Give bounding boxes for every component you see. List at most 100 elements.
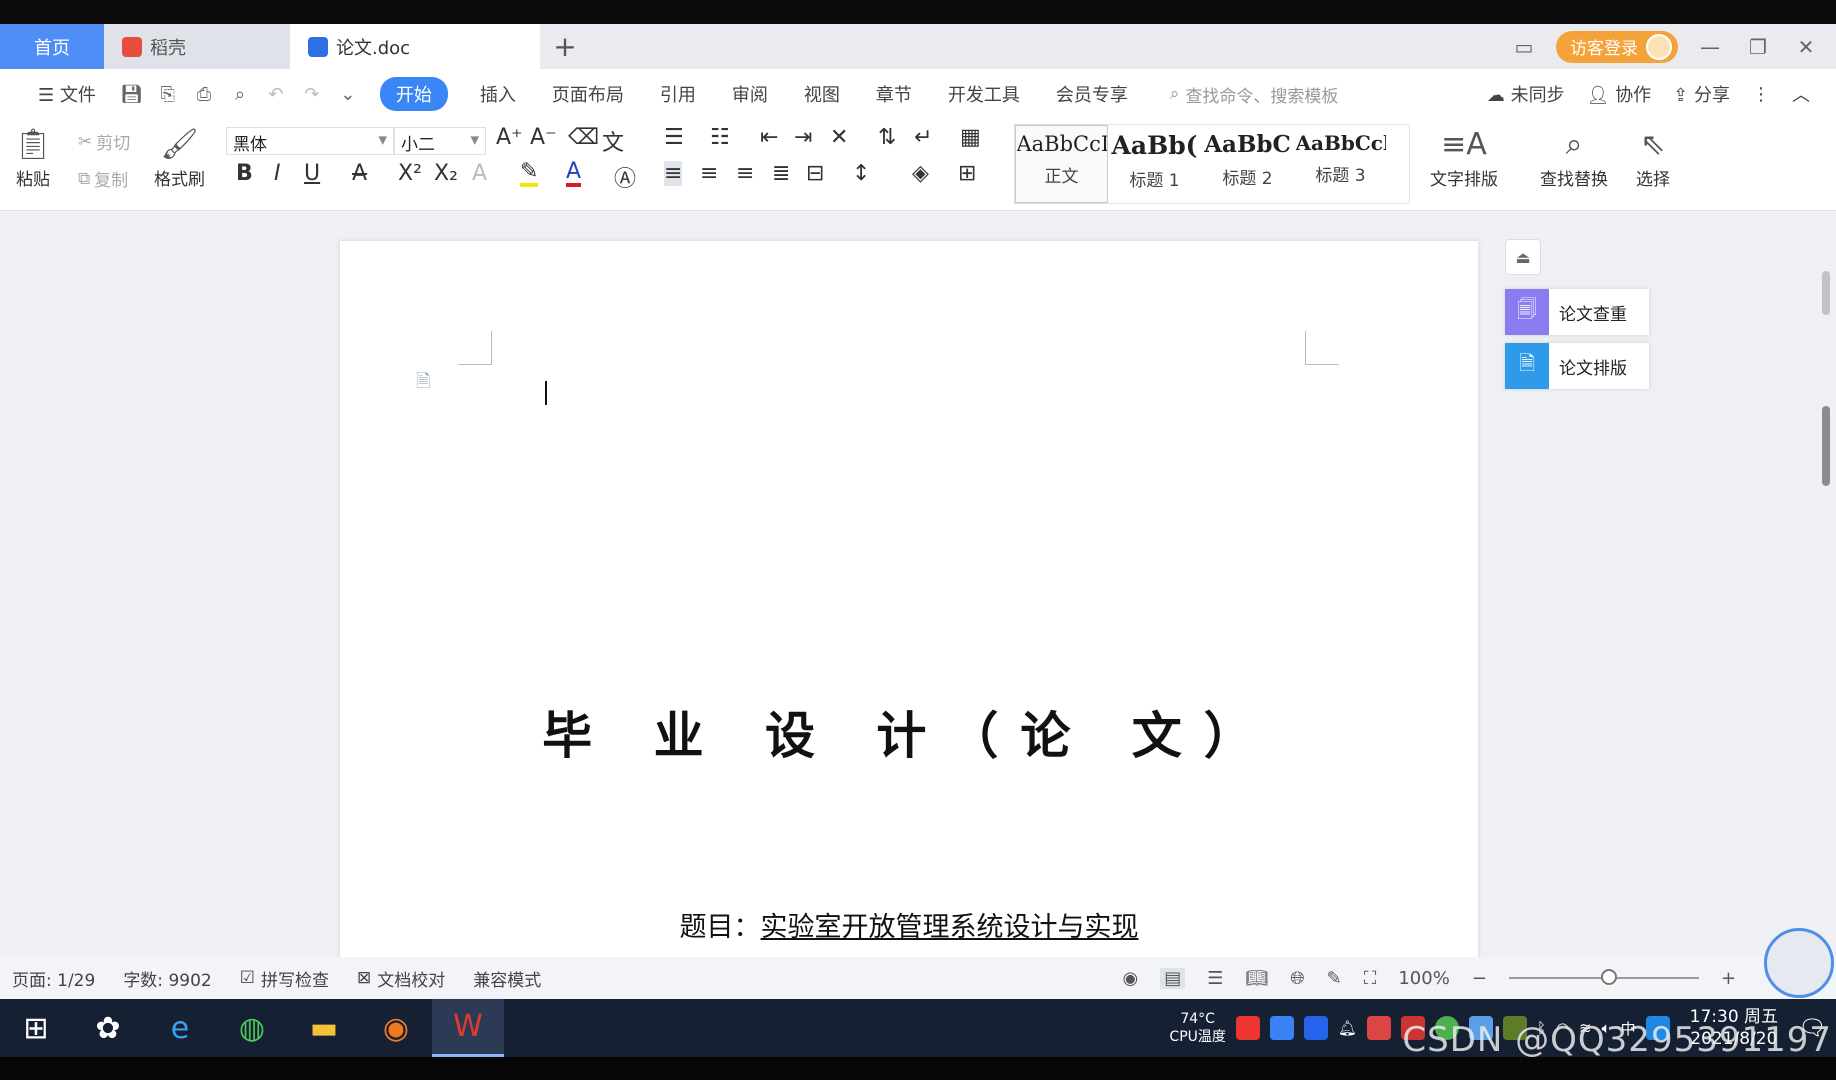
app-orange-icon[interactable]: ◉: [360, 999, 432, 1057]
save-icon[interactable]: 💾︎: [114, 84, 150, 105]
redo-icon[interactable]: ↷: [294, 84, 330, 105]
numbered-list-icon[interactable]: ☷: [710, 125, 730, 150]
undo-icon[interactable]: ↶: [258, 84, 294, 105]
format-painter-button[interactable]: 🖌︎ 格式刷: [154, 125, 205, 190]
sync-button[interactable]: ☁ 未同步: [1487, 81, 1565, 107]
chinese-layout-icon[interactable]: ✕: [830, 125, 848, 150]
thesis-check-button[interactable]: 🗐︎ 论文查重: [1505, 289, 1649, 335]
shield-icon[interactable]: [1303, 1016, 1328, 1040]
collapse-panel-icon[interactable]: ⏏: [1505, 239, 1541, 275]
font-color-icon[interactable]: A: [566, 161, 582, 187]
window-layout-icon[interactable]: ▭: [1508, 35, 1540, 59]
tab-daoke[interactable]: 稻壳: [104, 24, 290, 69]
fit-page-icon[interactable]: ⛶: [1364, 968, 1377, 989]
text-layout-button[interactable]: ≡A 文字排版: [1430, 125, 1498, 190]
increase-indent-icon[interactable]: ⇥: [794, 125, 812, 150]
font-name-select[interactable]: 黑体 ▾: [226, 127, 394, 155]
copy-button[interactable]: ⧉ 复制: [78, 166, 128, 192]
bullet-list-icon[interactable]: ☰: [664, 125, 684, 150]
collab-button[interactable]: 👤︎ 协作: [1587, 81, 1652, 107]
print-icon[interactable]: ⎙: [186, 84, 222, 105]
thesis-layout-button[interactable]: 🗎︎ 论文排版: [1505, 343, 1649, 389]
paste-button[interactable]: 📋︎ 粘贴: [14, 125, 52, 190]
zoom-out-icon[interactable]: −: [1472, 968, 1487, 989]
bell-icon[interactable]: 🔔︎: [1338, 1019, 1357, 1037]
sort-icon[interactable]: ⇅: [878, 125, 896, 150]
show-marks-icon[interactable]: ↵: [914, 125, 932, 150]
strikethrough-icon[interactable]: A: [352, 161, 367, 186]
spell-check-button[interactable]: ☑ 拼写检查: [240, 966, 329, 991]
document-page[interactable]: 🗎︎ 毕 业 设 计（论 文） 题目：实验室开放管理系统设计与实现: [340, 241, 1478, 957]
decrease-indent-icon[interactable]: ⇤: [760, 125, 778, 150]
menu-review[interactable]: 审阅: [714, 81, 786, 107]
style-heading-3[interactable]: AaBbCcl 标题 3: [1294, 125, 1387, 203]
shading-icon[interactable]: ◈: [912, 161, 929, 186]
new-tab-button[interactable]: +: [540, 24, 590, 69]
italic-icon[interactable]: I: [274, 161, 281, 186]
select-button[interactable]: ⇖ 选择: [1636, 125, 1670, 190]
tab-home[interactable]: 首页: [0, 24, 104, 69]
web-view-icon[interactable]: 🌐︎: [1290, 968, 1304, 989]
zoom-level[interactable]: 100%: [1398, 968, 1449, 989]
zoom-knob[interactable]: [1600, 969, 1617, 985]
ie-browser-icon[interactable]: e: [144, 999, 216, 1057]
minimize-icon[interactable]: —: [1694, 35, 1726, 59]
phonetic-icon[interactable]: 文: [602, 125, 624, 157]
menu-developer[interactable]: 开发工具: [930, 81, 1038, 107]
file-explorer-icon[interactable]: ▬: [288, 999, 360, 1057]
cut-button[interactable]: ✂ 剪切: [78, 129, 130, 155]
scroll-thumb-top[interactable]: [1822, 271, 1830, 315]
tray-app-icon[interactable]: [1235, 1016, 1260, 1040]
windows-start-icon[interactable]: ⊞: [0, 999, 72, 1057]
justify-icon[interactable]: ≣: [772, 161, 790, 186]
subscript-icon[interactable]: X₂: [434, 161, 458, 186]
underline-icon[interactable]: U: [304, 161, 320, 186]
write-mode-icon[interactable]: ✎: [1327, 968, 1342, 989]
guest-login-button[interactable]: 访客登录: [1556, 30, 1678, 63]
menu-chapter[interactable]: 章节: [858, 81, 930, 107]
tab-stops-icon[interactable]: ▦: [960, 125, 981, 150]
customize-icon[interactable]: ⌄: [330, 84, 366, 105]
page-count[interactable]: 页面: 1/29: [12, 966, 95, 991]
eye-protect-icon[interactable]: ◉: [1123, 968, 1139, 989]
tray-app-icon[interactable]: [1366, 1016, 1391, 1040]
outline-view-icon[interactable]: ☰: [1207, 968, 1223, 989]
tab-document[interactable]: 论文.doc: [290, 24, 540, 69]
style-normal[interactable]: AaBbCcI 正文: [1015, 125, 1108, 203]
font-size-select[interactable]: 小二 ▾: [394, 127, 486, 155]
collapse-ribbon-icon[interactable]: ︿: [1792, 81, 1810, 107]
word-count[interactable]: 字数: 9902: [123, 966, 211, 991]
share-button[interactable]: ⇪ 分享: [1673, 81, 1730, 107]
app-pinwheel-icon[interactable]: ✿: [72, 999, 144, 1057]
reading-view-icon[interactable]: 📖︎: [1245, 968, 1268, 989]
line-spacing-icon[interactable]: ↕: [852, 161, 870, 186]
browser-green-icon[interactable]: ◍: [216, 999, 288, 1057]
page-view-icon[interactable]: ▤: [1160, 967, 1186, 989]
output-icon[interactable]: ⎘: [150, 84, 186, 105]
highlight-icon[interactable]: ✎: [520, 161, 539, 187]
tray-app-icon[interactable]: [1269, 1016, 1294, 1040]
style-heading-2[interactable]: AaBbC 标题 2: [1201, 125, 1294, 203]
align-center-icon[interactable]: ≡: [700, 161, 718, 186]
scroll-thumb[interactable]: [1822, 406, 1830, 486]
borders-icon[interactable]: ⊞: [958, 161, 976, 186]
superscript-icon[interactable]: X²: [398, 161, 422, 186]
char-border-icon[interactable]: Ⓐ: [614, 161, 636, 193]
print-preview-icon[interactable]: ⌕: [222, 84, 258, 105]
grow-font-icon[interactable]: A⁺: [496, 125, 523, 150]
close-icon[interactable]: ✕: [1790, 35, 1822, 59]
zoom-slider[interactable]: [1508, 969, 1699, 985]
menu-view[interactable]: 视图: [786, 81, 858, 107]
menu-start[interactable]: 开始: [379, 77, 448, 111]
menu-page-layout[interactable]: 页面布局: [534, 81, 642, 107]
file-menu[interactable]: ☰ 文件: [20, 81, 114, 107]
shrink-font-icon[interactable]: A⁻: [530, 125, 557, 150]
align-left-icon[interactable]: ≡: [664, 161, 683, 186]
style-heading-1[interactable]: AaBb( 标题 1: [1108, 125, 1201, 203]
restore-icon[interactable]: ❐: [1742, 35, 1774, 59]
assistant-bubble[interactable]: [1764, 928, 1834, 998]
proofread-button[interactable]: ⊠ 文档校对: [357, 966, 445, 991]
zoom-in-icon[interactable]: +: [1721, 968, 1736, 989]
menu-reference[interactable]: 引用: [642, 81, 714, 107]
paragraph-menu-icon[interactable]: 🗎︎: [416, 369, 430, 399]
